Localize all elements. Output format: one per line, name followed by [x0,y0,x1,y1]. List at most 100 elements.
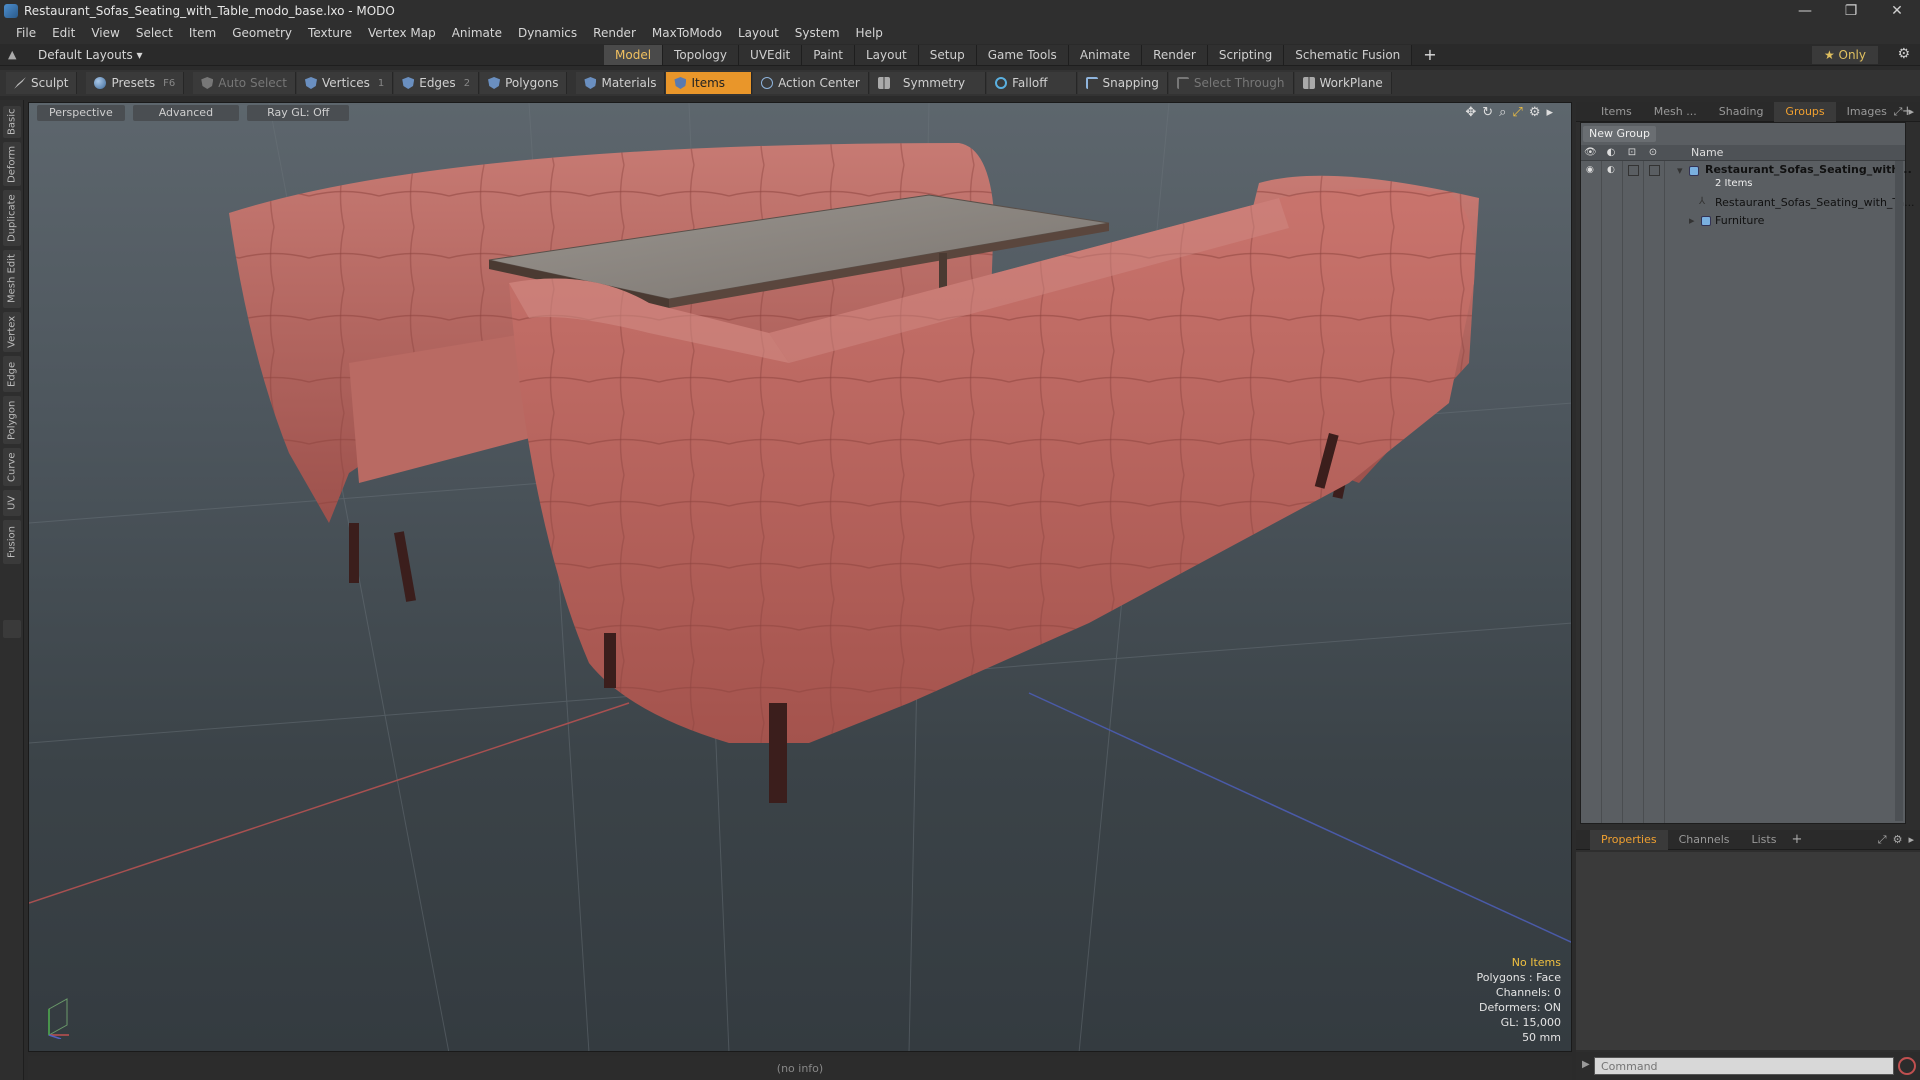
rail-tab-deform[interactable]: Deform [3,142,21,186]
add-tab-icon[interactable]: + [1412,45,1447,65]
command-arrow-icon[interactable]: ▶ [1582,1059,1590,1070]
lock-toggle-icon[interactable] [1628,165,1639,176]
materials-button[interactable]: Materials [576,72,666,94]
menu-system[interactable]: System [787,26,848,40]
select-toggle-icon[interactable] [1649,165,1660,176]
maximize-icon[interactable]: ⤢ [1512,105,1522,120]
menu-file[interactable]: File [8,26,44,40]
close-button[interactable]: ✕ [1874,0,1920,22]
visibility-icon[interactable]: 👁 [1584,147,1597,159]
rail-tab-duplicate[interactable]: Duplicate [3,190,21,246]
only-button[interactable]: ★ Only [1811,46,1878,64]
layout-collapse-icon[interactable]: ▲ [8,48,22,61]
3d-viewport[interactable]: Perspective Advanced Ray GL: Off ✥ ↻ ⌕ ⤢… [28,102,1572,1052]
symmetry-button[interactable]: Symmetry [869,72,987,94]
render-toggle-icon[interactable]: ◐ [1607,165,1618,176]
rail-tab-vertex[interactable]: Vertex [3,312,21,352]
expand-icon[interactable]: ⤢ [1894,105,1903,119]
command-record-icon[interactable] [1898,1057,1916,1075]
menu-edit[interactable]: Edit [44,26,83,40]
rail-tab-polygon[interactable]: Polygon [3,396,21,444]
panel-menu-icon[interactable]: ▸ [1908,105,1914,119]
snapping-button[interactable]: Snapping [1077,72,1168,94]
tab-groups[interactable]: Groups [1774,101,1836,122]
auto-select-button[interactable]: Auto Select [193,72,296,94]
menu-help[interactable]: Help [848,26,891,40]
name-column-header[interactable]: Name [1691,146,1723,159]
action-center-button[interactable]: Action Center [753,72,869,94]
settings-icon[interactable]: ⚙ [1893,833,1903,847]
tab-scripting[interactable]: Scripting [1207,45,1285,65]
falloff-button[interactable]: Falloff [987,72,1077,94]
tab-items[interactable]: Items [1590,102,1643,122]
rail-tab-mesh-edit[interactable]: Mesh Edit [3,250,21,308]
tab-shading[interactable]: Shading [1708,102,1775,122]
menu-layout[interactable]: Layout [730,26,787,40]
expand-icon[interactable]: ⤢ [1878,833,1887,847]
menu-geometry[interactable]: Geometry [224,26,300,40]
tab-layout[interactable]: Layout [854,45,919,65]
select-through-button[interactable]: Select Through [1168,72,1294,94]
items-button[interactable]: Items [666,72,753,94]
tab-uvedit[interactable]: UVEdit [739,45,803,65]
menu-render[interactable]: Render [585,26,644,40]
rail-tab-uv[interactable]: UV [3,490,21,516]
menu-item[interactable]: Item [181,26,224,40]
tab-channels[interactable]: Channels [1668,830,1741,850]
shading-mode-button[interactable]: Advanced [132,105,240,121]
menu-animate[interactable]: Animate [444,26,510,40]
rail-tab-curve[interactable]: Curve [3,448,21,486]
eye-icon[interactable]: ◉ [1586,165,1597,176]
render-icon[interactable]: ◐ [1605,147,1617,159]
presets-button[interactable]: Presets F6 [86,72,185,94]
tab-setup[interactable]: Setup [918,45,977,65]
tab-render[interactable]: Render [1142,45,1208,65]
workplane-button[interactable]: WorkPlane [1294,72,1392,94]
tab-topology[interactable]: Topology [663,45,740,65]
vertices-button[interactable]: Vertices 1 [296,72,394,94]
tab-schematic-fusion[interactable]: Schematic Fusion [1284,45,1413,65]
raygl-button[interactable]: Ray GL: Off [247,105,350,121]
tab-lists[interactable]: Lists [1741,830,1788,850]
menu-maxtomodo[interactable]: MaxToModo [644,26,730,40]
menu-view[interactable]: View [83,26,127,40]
tab-animate[interactable]: Animate [1068,45,1143,65]
zoom-icon[interactable]: ⌕ [1499,105,1506,120]
groups-scrollbar[interactable] [1895,161,1903,821]
minimize-button[interactable]: — [1782,0,1828,22]
rail-tab-edge[interactable]: Edge [3,356,21,392]
menu-select[interactable]: Select [128,26,181,40]
tab-model[interactable]: Model [604,45,664,65]
restore-button[interactable]: ❐ [1828,0,1874,22]
menu-texture[interactable]: Texture [300,26,360,40]
tab-game-tools[interactable]: Game Tools [976,45,1069,65]
viewport-menu-icon[interactable]: ▸ [1546,105,1553,120]
menu-vertex-map[interactable]: Vertex Map [360,26,444,40]
pan-icon[interactable]: ✥ [1465,105,1476,120]
rail-tab-fusion[interactable]: Fusion [3,520,21,564]
panel-menu-icon[interactable]: ▸ [1908,833,1914,847]
view-mode-button[interactable]: Perspective [37,105,125,121]
rail-expand-icon[interactable] [3,620,21,638]
viewport-settings-icon[interactable]: ⚙ [1529,105,1541,120]
layout-selector[interactable]: Default Layouts ▾ [38,48,143,62]
rail-tab-basic[interactable]: Basic [3,106,21,138]
polygons-button[interactable]: Polygons [480,72,568,94]
expand-icon[interactable]: ▸ [1689,214,1695,227]
new-group-button[interactable]: New Group [1583,126,1656,142]
tab-paint[interactable]: Paint [802,45,855,65]
tree-row-furniture[interactable]: ▸ Furniture [1581,213,1905,229]
tab-images[interactable]: Images [1836,102,1898,122]
sculpt-button[interactable]: Sculpt [6,72,78,94]
menu-dynamics[interactable]: Dynamics [510,26,585,40]
edges-button[interactable]: Edges 2 [394,72,480,94]
add-tab-icon[interactable]: + [1791,832,1802,847]
collapse-icon[interactable]: ▾ [1677,164,1683,177]
tab-mesh[interactable]: Mesh ... [1643,102,1708,122]
gear-icon[interactable]: ⚙ [1897,46,1910,62]
tree-row-group[interactable]: ◉ ◐ ▾ Restaurant_Sofas_Seating_with... 2… [1581,163,1912,193]
rotate-icon[interactable]: ↻ [1482,105,1493,120]
lock-icon[interactable]: ⊡ [1626,147,1638,159]
tree-row-mesh[interactable]: ⅄ Restaurant_Sofas_Seating_with_Ta... [1581,195,1915,211]
command-input[interactable] [1594,1057,1894,1075]
